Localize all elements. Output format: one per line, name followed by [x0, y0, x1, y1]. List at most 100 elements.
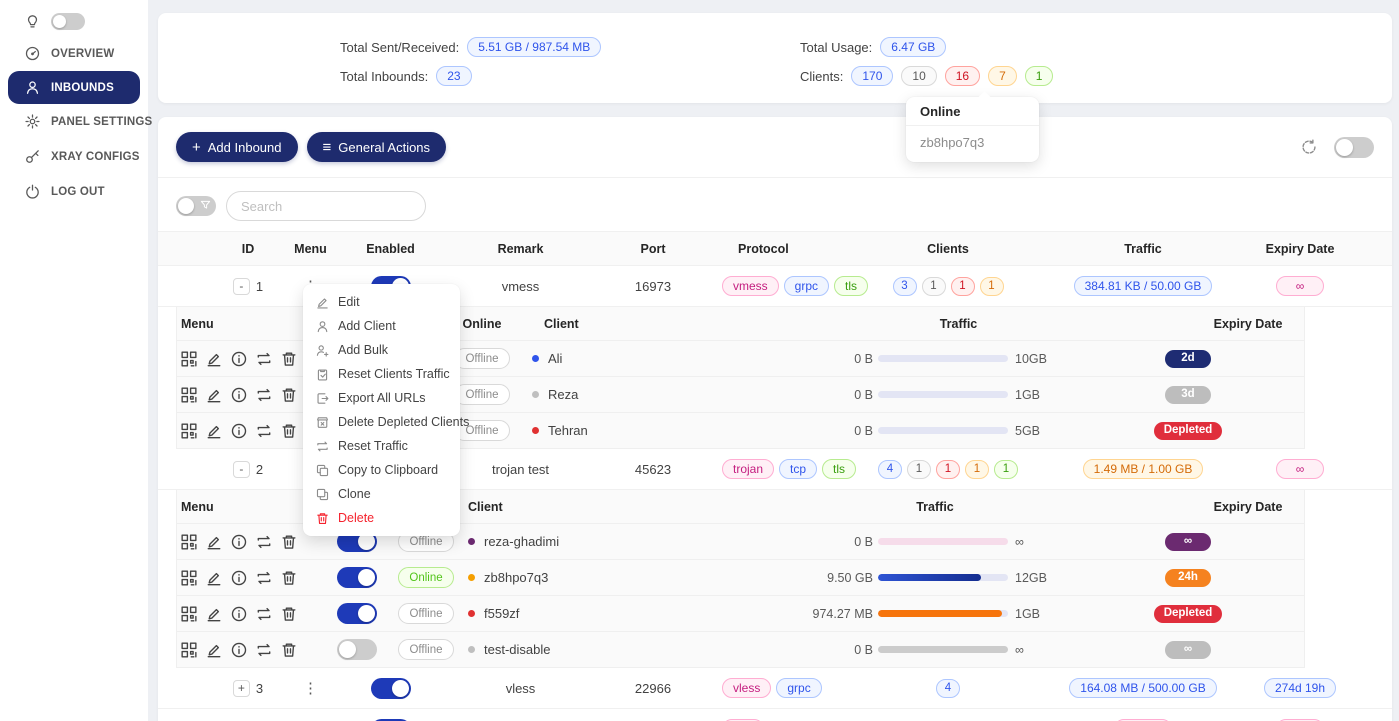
qr-code-icon[interactable] — [181, 387, 197, 403]
edit-icon[interactable] — [206, 606, 222, 622]
client-count-expiring[interactable]: 1 — [980, 277, 1004, 296]
sidebar-item-inbounds[interactable]: INBOUNDS — [8, 71, 140, 104]
info-icon[interactable] — [231, 570, 247, 586]
sidebar-item-panel-settings[interactable]: PANEL SETTINGS — [0, 104, 148, 139]
client-count-deactive[interactable]: 1 — [922, 277, 946, 296]
qr-code-icon[interactable] — [181, 642, 197, 658]
status-badge: Offline — [398, 639, 453, 660]
auto-refresh-toggle[interactable] — [1334, 137, 1374, 158]
sidebar: OVERVIEW INBOUNDS PANEL SETTINGS XRAY CO… — [0, 0, 148, 721]
client-count-total[interactable]: 3 — [893, 277, 917, 296]
filter-toggle[interactable] — [176, 196, 216, 216]
qr-code-icon[interactable] — [181, 606, 197, 622]
sidebar-item-overview[interactable]: OVERVIEW — [0, 36, 148, 71]
row-menu-button[interactable]: ⋮ — [303, 681, 318, 696]
delete-icon[interactable] — [281, 534, 297, 550]
menu-item-delete[interactable]: Delete — [303, 506, 460, 530]
box-delete-icon — [316, 416, 329, 429]
edit-icon[interactable] — [206, 351, 222, 367]
refresh-icon[interactable] — [1301, 139, 1317, 155]
delete-icon[interactable] — [281, 570, 297, 586]
status-badge: Offline — [454, 384, 509, 405]
edit-icon — [316, 296, 329, 309]
sidebar-item-label: OVERVIEW — [51, 48, 114, 60]
delete-icon[interactable] — [281, 423, 297, 439]
clients-count-online[interactable]: 1 — [1025, 66, 1054, 86]
menu-item-edit[interactable]: Edit — [303, 290, 460, 314]
clients-count-depleted[interactable]: 16 — [945, 66, 980, 86]
user-icon — [316, 320, 329, 333]
reset-traffic-icon[interactable] — [256, 387, 272, 403]
menu-item-export-all-urls[interactable]: Export All URLs — [303, 386, 460, 410]
reset-traffic-icon[interactable] — [256, 351, 272, 367]
edit-icon[interactable] — [206, 534, 222, 550]
delete-icon[interactable] — [281, 351, 297, 367]
reset-traffic-icon[interactable] — [256, 423, 272, 439]
edit-icon[interactable] — [206, 387, 222, 403]
total-inbounds-value: 23 — [436, 66, 471, 86]
clients-count-expiring[interactable]: 7 — [988, 66, 1017, 86]
qr-code-icon[interactable] — [181, 570, 197, 586]
client-count-depleted[interactable]: 1 — [936, 460, 960, 479]
menu-item-reset-traffic[interactable]: Reset Traffic — [303, 434, 460, 458]
menu-item-delete-depleted-clients[interactable]: Delete Depleted Clients — [303, 410, 460, 434]
search-input[interactable] — [226, 191, 426, 221]
edit-icon[interactable] — [206, 570, 222, 586]
client-count-online[interactable]: 1 — [994, 460, 1018, 479]
reset-traffic-icon[interactable] — [256, 534, 272, 550]
expiry-pill: ∞ — [1276, 459, 1324, 479]
reset-traffic-icon[interactable] — [256, 606, 272, 622]
plus-icon: + — [192, 140, 201, 155]
client-count-depleted[interactable]: 1 — [951, 277, 975, 296]
client-count-total[interactable]: 4 — [878, 460, 902, 479]
client-count-deactive[interactable]: 1 — [907, 460, 931, 479]
client-enabled-toggle[interactable] — [337, 567, 377, 588]
menu-item-add-bulk[interactable]: Add Bulk — [303, 338, 460, 362]
info-icon[interactable] — [231, 534, 247, 550]
sidebar-item-log-out[interactable]: LOG OUT — [0, 174, 148, 209]
reset-traffic-icon[interactable] — [256, 570, 272, 586]
status-badge: Online — [398, 567, 453, 588]
qr-code-icon[interactable] — [181, 351, 197, 367]
general-actions-button[interactable]: ≡ General Actions — [307, 132, 447, 162]
dark-mode-toggle[interactable] — [51, 13, 85, 30]
subheader-traffic: Traffic — [610, 500, 1070, 514]
add-inbound-button[interactable]: + Add Inbound — [176, 132, 298, 162]
info-icon[interactable] — [231, 606, 247, 622]
menu-item-add-client[interactable]: Add Client — [303, 314, 460, 338]
delete-icon[interactable] — [281, 642, 297, 658]
enabled-toggle[interactable] — [371, 678, 411, 699]
clone-icon — [316, 488, 329, 501]
client-enabled-toggle[interactable] — [337, 639, 377, 660]
qr-code-icon[interactable] — [181, 423, 197, 439]
menu-item-reset-clients-traffic[interactable]: Reset Clients Traffic — [303, 362, 460, 386]
menu-item-copy-to-clipboard[interactable]: Copy to Clipboard — [303, 458, 460, 482]
edit-icon[interactable] — [206, 423, 222, 439]
expiry-badge: 2d — [1165, 350, 1211, 368]
client-count-expiring[interactable]: 1 — [965, 460, 989, 479]
info-icon[interactable] — [231, 387, 247, 403]
expand-button[interactable]: + — [233, 680, 250, 697]
total-usage-value: 6.47 GB — [880, 37, 946, 57]
edit-icon[interactable] — [206, 642, 222, 658]
clients-count-deactive[interactable]: 10 — [901, 66, 936, 86]
protocol-tag: grpc — [784, 276, 829, 296]
clients-count-total[interactable]: 170 — [851, 66, 893, 86]
info-icon[interactable] — [231, 642, 247, 658]
menu-item-clone[interactable]: Clone — [303, 482, 460, 506]
delete-icon[interactable] — [281, 387, 297, 403]
info-icon[interactable] — [231, 423, 247, 439]
sidebar-item-xray-configs[interactable]: XRAY CONFIGS — [0, 139, 148, 174]
collapse-button[interactable]: - — [233, 278, 250, 295]
collapse-button[interactable]: - — [233, 461, 250, 478]
delete-icon[interactable] — [281, 606, 297, 622]
subheader-expiry: Expiry Date — [1070, 317, 1306, 331]
client-enabled-toggle[interactable] — [337, 603, 377, 624]
dashboard-icon — [25, 46, 40, 61]
info-icon[interactable] — [231, 351, 247, 367]
qr-code-icon[interactable] — [181, 534, 197, 550]
client-count-total[interactable]: 4 — [936, 679, 960, 698]
subheader-client: Client — [460, 500, 610, 514]
reset-traffic-icon[interactable] — [256, 642, 272, 658]
toolbar: + Add Inbound ≡ General Actions — [158, 117, 1392, 178]
